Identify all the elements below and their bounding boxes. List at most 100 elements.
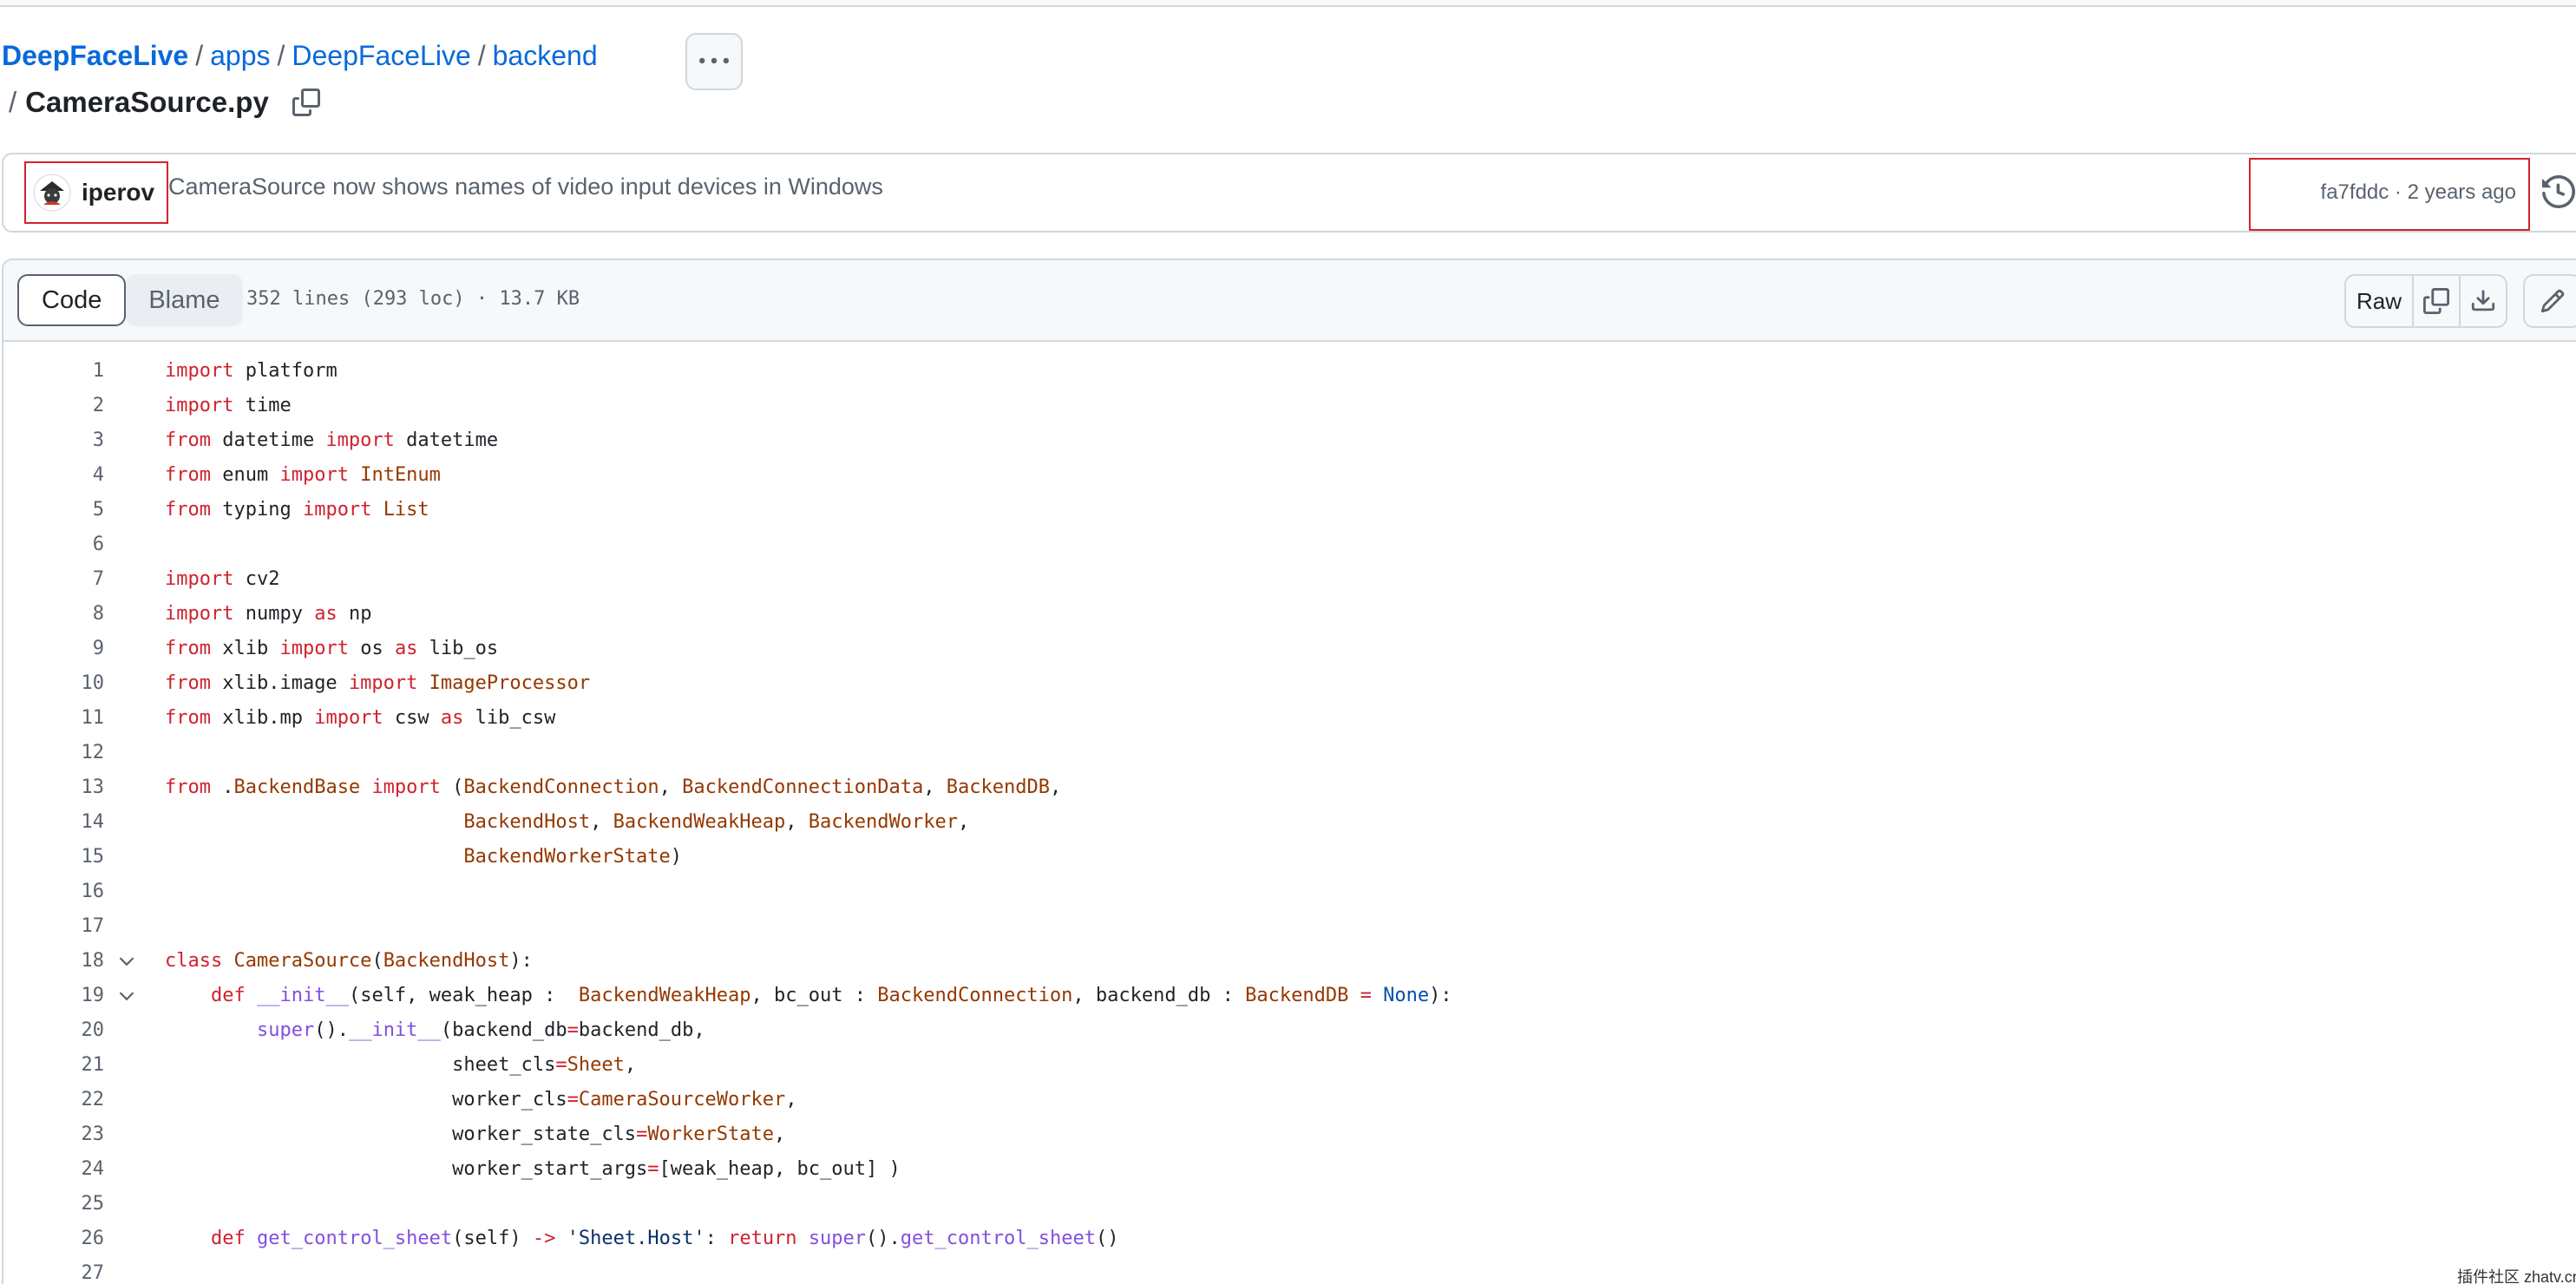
code-token: from	[165, 429, 211, 451]
breadcrumb-separator: /	[195, 40, 204, 71]
chevron-down-icon[interactable]	[118, 987, 135, 1005]
line-number[interactable]: 17	[3, 909, 105, 944]
line-number[interactable]: 4	[3, 458, 104, 493]
copy-raw-button[interactable]	[2414, 276, 2461, 326]
line-number[interactable]: 3	[3, 423, 104, 458]
code-token: BackendHost	[463, 811, 591, 833]
breadcrumb-link-backend[interactable]: backend	[493, 40, 598, 71]
breadcrumb-separator: /	[9, 86, 17, 118]
commit-author[interactable]: iperov	[24, 161, 168, 224]
copy-path-button[interactable]	[292, 88, 321, 117]
line-number[interactable]: 14	[3, 805, 105, 840]
line-number[interactable]: 7	[3, 562, 104, 597]
author-name[interactable]: iperov	[82, 179, 154, 206]
code-token: sheet_cls	[165, 1054, 556, 1076]
breadcrumb: DeepFaceLive / apps / DeepFaceLive / backend	[2, 33, 598, 78]
history-button[interactable]	[2542, 174, 2576, 210]
line-number[interactable]: 23	[3, 1117, 105, 1152]
download-button[interactable]	[2461, 276, 2506, 326]
raw-button[interactable]: Raw	[2346, 276, 2414, 326]
line-number[interactable]: 22	[3, 1083, 105, 1117]
line-number[interactable]: 24	[3, 1152, 105, 1187]
code-token: import	[165, 603, 234, 625]
code-line: 1 import platform	[3, 354, 2576, 389]
code-line: 3 from datetime import datetime	[3, 423, 2576, 458]
code-token: (	[440, 776, 464, 798]
file-header: Code Blame 352 lines (293 loc) · 13.7 KB…	[3, 260, 2576, 342]
breadcrumb-repo-link[interactable]: DeepFaceLive	[2, 40, 188, 71]
code-token: CameraSourceWorker	[578, 1089, 786, 1110]
code-token: ,	[624, 1054, 637, 1076]
code-token: as	[314, 603, 338, 625]
code-token: get_control_sheet	[900, 1228, 1096, 1249]
line-number[interactable]: 8	[3, 597, 104, 632]
line-number[interactable]: 19	[3, 979, 105, 1013]
tab-code[interactable]: Code	[17, 274, 127, 326]
line-number[interactable]: 27	[3, 1256, 105, 1284]
line-number[interactable]: 5	[3, 493, 104, 527]
code-token: from	[165, 499, 211, 521]
line-number[interactable]: 9	[3, 632, 104, 666]
code-line: 23 worker_state_cls=WorkerState,	[3, 1117, 2576, 1152]
line-number[interactable]: 21	[3, 1048, 105, 1083]
code-token: lib_os	[417, 638, 499, 659]
code-token: datetime	[210, 429, 326, 451]
line-number[interactable]: 6	[3, 527, 104, 562]
code-view: 1 import platform 2 import time 3 from dateti…	[3, 354, 2576, 1284]
code-token: worker_start_args	[165, 1158, 648, 1180]
code-token: worker_state_cls	[165, 1124, 637, 1145]
line-number[interactable]: 18	[3, 944, 105, 979]
line-number[interactable]: 11	[3, 701, 105, 736]
code-token: List	[383, 499, 429, 521]
line-number[interactable]: 10	[3, 666, 105, 701]
code-token: __init__	[256, 985, 349, 1006]
code-token: import	[371, 776, 441, 798]
line-number[interactable]: 15	[3, 840, 105, 875]
line-number[interactable]: 26	[3, 1222, 105, 1256]
line-number[interactable]: 13	[3, 770, 105, 805]
code-token: xlib.mp	[210, 707, 315, 729]
code-token: class	[165, 950, 223, 972]
tab-blame[interactable]: Blame	[126, 274, 243, 326]
code-token: ->	[532, 1228, 556, 1249]
edit-file-button[interactable]	[2523, 274, 2576, 328]
code-text: import platform	[165, 354, 338, 389]
file-viewer: Code Blame 352 lines (293 loc) · 13.7 KB…	[2, 259, 2576, 1284]
code-token: from	[165, 672, 211, 694]
line-number[interactable]: 25	[3, 1187, 105, 1222]
code-text: import time	[165, 389, 292, 423]
commit-message[interactable]: CameraSource now shows names of video in…	[168, 174, 883, 200]
line-number[interactable]: 1	[3, 354, 104, 389]
code-token: )	[670, 846, 683, 868]
code-token: import	[165, 360, 234, 382]
breadcrumb-link-apps[interactable]: apps	[210, 40, 270, 71]
more-options-button[interactable]	[685, 33, 743, 90]
code-token: BackendWeakHeap	[613, 811, 786, 833]
code-text: from .BackendBase import (BackendConnect…	[165, 770, 1061, 805]
code-token: BackendConnection	[877, 985, 1073, 1006]
code-line: 17	[3, 909, 2576, 944]
code-line: 13 from .BackendBase import (BackendConne…	[3, 770, 2576, 805]
avatar	[33, 174, 71, 212]
code-text: def __init__(self, weak_heap : BackendWe…	[165, 979, 1452, 1013]
commit-meta-highlight: fa7fddc · 2 years ago	[2249, 158, 2530, 231]
code-token: ()	[1095, 1228, 1119, 1249]
code-line: 20 super().__init__(backend_db=backend_d…	[3, 1013, 2576, 1048]
line-number[interactable]: 2	[3, 389, 104, 423]
line-number[interactable]: 20	[3, 1013, 105, 1048]
line-number[interactable]: 16	[3, 875, 105, 909]
code-token: BackendDB	[1245, 985, 1349, 1006]
code-token: CameraSource	[233, 950, 372, 972]
code-line: 15 BackendWorkerState)	[3, 840, 2576, 875]
code-token: get_control_sheet	[256, 1228, 453, 1249]
breadcrumb-link-deepfacelive[interactable]: DeepFaceLive	[292, 40, 470, 71]
commit-sha-and-time[interactable]: fa7fddc · 2 years ago	[2321, 180, 2516, 205]
chevron-down-icon[interactable]	[118, 953, 135, 970]
code-token: BackendWeakHeap	[578, 985, 751, 1006]
line-number[interactable]: 12	[3, 736, 105, 770]
